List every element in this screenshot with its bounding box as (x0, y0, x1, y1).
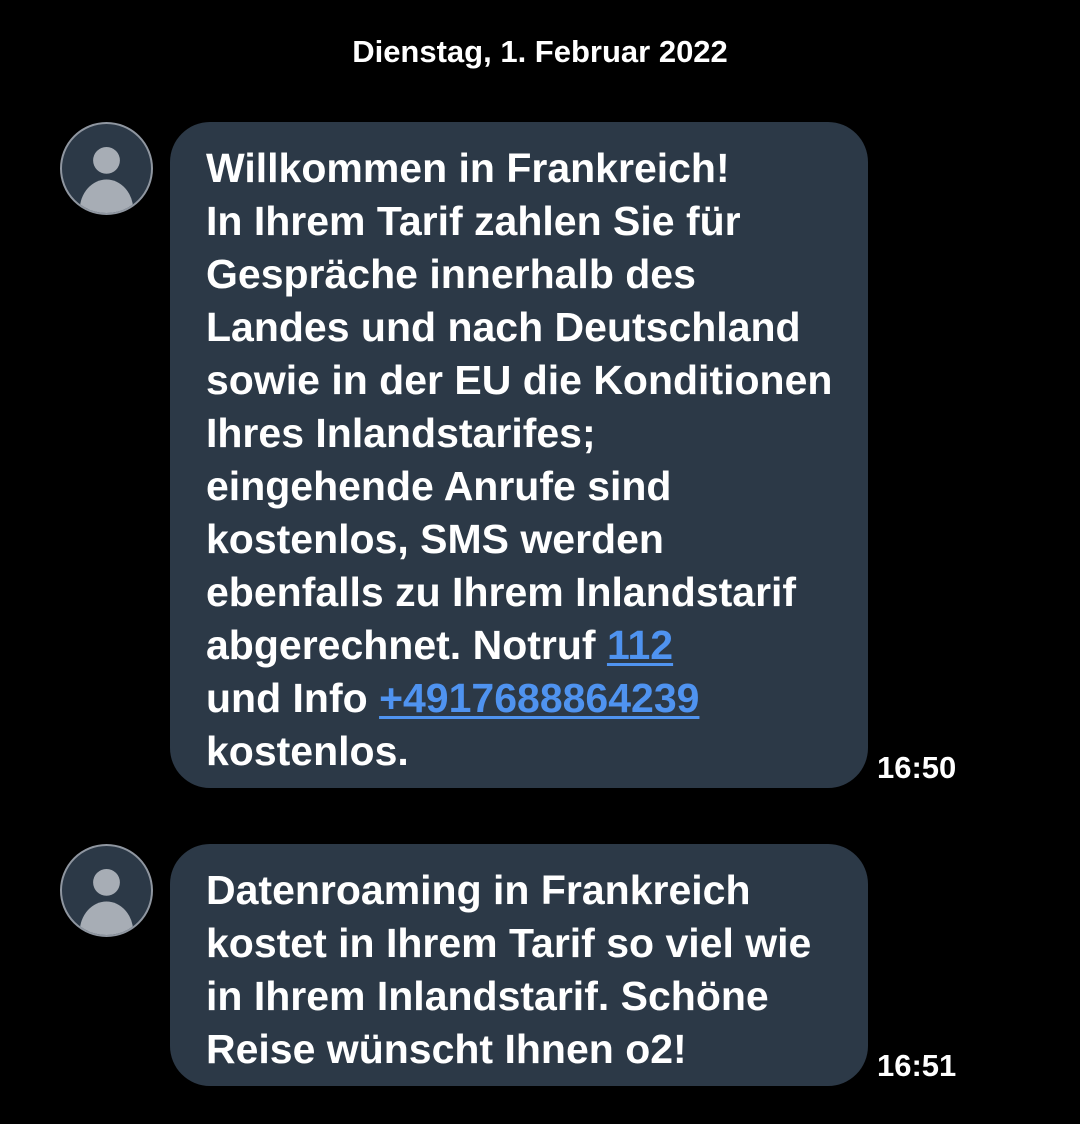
message-bubble[interactable]: Datenroaming in Frankreich kostet in Ihr… (170, 844, 868, 1086)
date-header: Dienstag, 1. Februar 2022 (352, 34, 728, 69)
message-text-segment: abgerechnet. Notruf (206, 622, 607, 668)
message-text-line: kostenlos. (206, 728, 409, 774)
message-text-line: Ihres Inlandstarifes; (206, 410, 596, 456)
message-text-line: in Ihrem Inlandstarif. Schöne (206, 973, 769, 1019)
message-text-line: Reise wünscht Ihnen o2! (206, 1026, 687, 1072)
person-icon (79, 146, 134, 213)
message-text-line: Datenroaming in Frankreich (206, 867, 751, 913)
person-icon (79, 868, 134, 935)
message-text-line: Landes und nach Deutschland (206, 304, 801, 350)
message-timestamp: 16:50 (877, 750, 957, 785)
sender-avatar[interactable] (60, 844, 153, 937)
sender-avatar[interactable] (60, 122, 153, 215)
message-timestamp: 16:51 (877, 1048, 957, 1083)
emergency-number-link[interactable]: 112 (607, 622, 673, 668)
message-text-line: eingehende Anrufe sind (206, 463, 672, 509)
message-text-line: sowie in der EU die Konditionen (206, 357, 833, 403)
message-text-line: kostet in Ihrem Tarif so viel wie (206, 920, 812, 966)
message-bubble[interactable]: Willkommen in Frankreich! In Ihrem Tarif… (170, 122, 868, 788)
message-text-line: ebenfalls zu Ihrem Inlandstarif (206, 569, 797, 615)
message-text-line: Willkommen in Frankreich! (206, 145, 730, 191)
message-text-line: kostenlos, SMS werden (206, 516, 664, 562)
message-text-segment: und Info (206, 675, 380, 721)
message-text-line: abgerechnet. Notruf 112 (206, 619, 838, 672)
info-phone-link[interactable]: +4917688864239 (379, 675, 699, 721)
message-text-line: und Info +4917688864239 (206, 672, 838, 725)
message-text-line: In Ihrem Tarif zahlen Sie für (206, 198, 741, 244)
message-text-line: Gespräche innerhalb des (206, 251, 696, 297)
